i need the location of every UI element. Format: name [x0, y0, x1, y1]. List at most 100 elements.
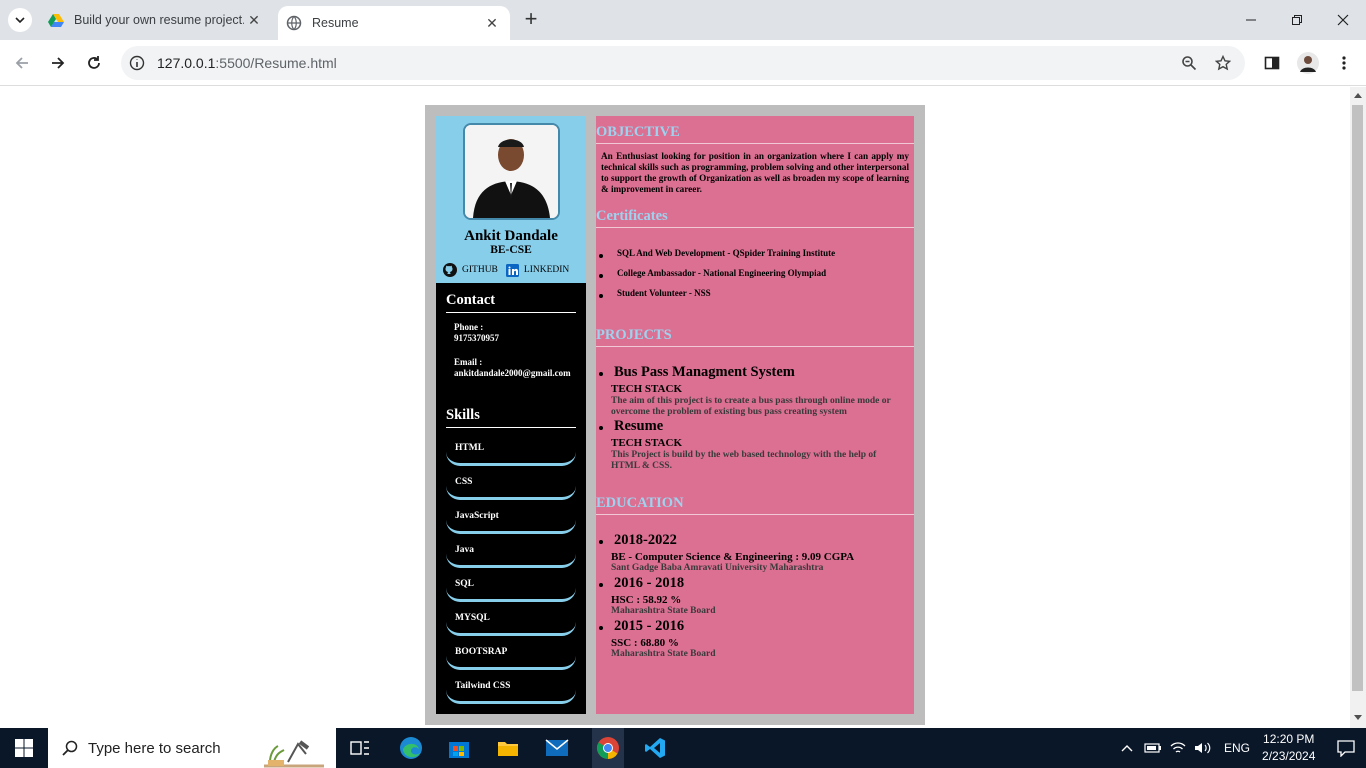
certificate-item: Student Volunteer - NSS	[599, 288, 909, 298]
education-item: 2018-2022	[599, 532, 909, 549]
certificate-text: Student Volunteer - NSS	[617, 288, 711, 298]
page-viewport: Ankit Dandale BE-CSE GITHUB LINKEDIN Con…	[0, 87, 1350, 728]
forward-button[interactable]	[47, 52, 69, 74]
github-link[interactable]: GITHUB	[443, 263, 498, 277]
email-label: Email :	[454, 357, 483, 367]
close-tab-icon[interactable]: ✕	[482, 15, 502, 32]
person-photo-icon	[465, 125, 558, 218]
bullet-icon	[599, 254, 603, 258]
education-detail: HSC : 58.92 %	[611, 594, 682, 606]
side-panel-icon	[1264, 56, 1280, 70]
email-value: ankitdandale2000@gmail.com	[454, 368, 571, 378]
bullet-icon	[599, 583, 603, 587]
volume-icon[interactable]	[1194, 741, 1212, 755]
scroll-up-icon[interactable]	[1354, 92, 1362, 98]
side-panel-button[interactable]	[1261, 52, 1283, 74]
avatar-icon	[1297, 52, 1319, 74]
tab-strip: Build your own resume project... ✕ Resum…	[0, 0, 1366, 40]
education-item: 2015 - 2016	[599, 618, 909, 635]
search-highlight-illustration	[264, 740, 324, 768]
skill-item: MYSQL	[446, 611, 576, 636]
task-view-icon	[350, 741, 369, 755]
project-subtitle: TECH STACK	[611, 437, 683, 449]
certificate-text: College Ambassador - National Engineerin…	[617, 268, 827, 278]
windows-logo-icon	[15, 739, 33, 757]
objective-text: An Enthusiast looking for position in an…	[601, 151, 909, 194]
star-icon[interactable]	[1215, 55, 1231, 71]
windows-taskbar: Type here to search ENG 12:20 PM 2/23/20…	[0, 728, 1366, 768]
tab-resume[interactable]: Resume ✕	[278, 6, 510, 40]
scrollbar-thumb[interactable]	[1352, 105, 1363, 691]
resume-container: Ankit Dandale BE-CSE GITHUB LINKEDIN Con…	[425, 105, 925, 725]
chevron-up-icon[interactable]	[1120, 743, 1134, 753]
vscode-button[interactable]	[641, 736, 669, 760]
tab-title: Build your own resume project...	[74, 13, 244, 27]
scroll-down-icon[interactable]	[1354, 715, 1362, 721]
education-institution: Maharashtra State Board	[611, 649, 716, 659]
linkedin-link[interactable]: LINKEDIN	[505, 263, 569, 277]
minimize-icon	[1246, 19, 1256, 21]
skill-item: CSS	[446, 475, 576, 500]
new-tab-button[interactable]: +	[520, 8, 542, 32]
mail-icon	[545, 739, 569, 756]
task-view-button[interactable]	[346, 736, 374, 760]
close-tab-icon[interactable]: ✕	[244, 12, 264, 29]
chrome-button[interactable]	[592, 728, 624, 768]
education-item: 2016 - 2018	[599, 575, 909, 592]
menu-button[interactable]	[1333, 52, 1355, 74]
battery-icon[interactable]	[1144, 742, 1162, 754]
skill-item: Java	[446, 543, 576, 568]
skill-item: JavaScript	[446, 509, 576, 534]
taskbar-search-box[interactable]: Type here to search	[48, 728, 336, 768]
toolbar: 127.0.0.1:5500/Resume.html	[0, 40, 1366, 86]
close-icon	[1337, 14, 1349, 26]
address-bar[interactable]: 127.0.0.1:5500/Resume.html	[121, 46, 1245, 80]
clock[interactable]: 12:20 PM 2/23/2024	[1262, 731, 1315, 765]
back-button[interactable]	[11, 52, 33, 74]
github-icon	[443, 263, 457, 277]
profile-avatar[interactable]	[1297, 52, 1319, 74]
minimize-button[interactable]	[1228, 0, 1274, 40]
reload-button[interactable]	[83, 52, 105, 74]
reload-icon	[88, 56, 100, 69]
education-heading: EDUCATION	[596, 495, 914, 515]
project-title: Resume	[614, 418, 664, 434]
url-path: :5500/Resume.html	[215, 55, 337, 71]
tab-build-resume[interactable]: Build your own resume project... ✕	[40, 0, 272, 40]
restore-icon	[1292, 15, 1302, 25]
bullet-icon	[599, 294, 603, 298]
language-indicator[interactable]: ENG	[1224, 741, 1250, 755]
store-button[interactable]	[445, 736, 473, 760]
notification-icon[interactable]	[1337, 739, 1356, 757]
project-subtitle: TECH STACK	[611, 383, 683, 395]
edge-button[interactable]	[397, 736, 425, 760]
close-window-button[interactable]	[1320, 0, 1366, 40]
zoom-icon[interactable]	[1181, 55, 1197, 71]
skill-item: HTML	[446, 441, 576, 466]
edge-icon	[400, 737, 422, 759]
file-explorer-button[interactable]	[494, 736, 522, 760]
education-detail: SSC : 68.80 %	[611, 637, 679, 649]
mail-button[interactable]	[543, 736, 571, 760]
project-item: Bus Pass Managment System	[599, 364, 909, 381]
project-description: This Project is build by the web based t…	[611, 450, 877, 471]
profile-photo	[463, 123, 560, 220]
vscode-icon	[645, 738, 665, 758]
project-item: Resume	[599, 418, 909, 435]
search-icon	[62, 740, 78, 756]
phone-value: 9175370957	[454, 333, 499, 343]
tab-search-button[interactable]	[8, 8, 32, 32]
education-institution: Sant Gadge Baba Amravati University Maha…	[611, 563, 824, 573]
resume-sidebar: Ankit Dandale BE-CSE GITHUB LINKEDIN Con…	[436, 116, 586, 714]
restore-button[interactable]	[1274, 0, 1320, 40]
site-info-icon[interactable]	[129, 55, 145, 71]
wifi-icon[interactable]	[1170, 741, 1186, 755]
social-links: GITHUB LINKEDIN	[443, 263, 586, 277]
arrow-right-icon	[52, 57, 65, 69]
start-button[interactable]	[0, 728, 48, 768]
resume-name: Ankit Dandale	[464, 228, 558, 244]
url-text: 127.0.0.1:5500/Resume.html	[157, 55, 337, 71]
skill-item: Tailwind CSS	[446, 679, 576, 704]
arrow-left-icon	[15, 57, 28, 69]
bullet-icon	[599, 426, 603, 430]
